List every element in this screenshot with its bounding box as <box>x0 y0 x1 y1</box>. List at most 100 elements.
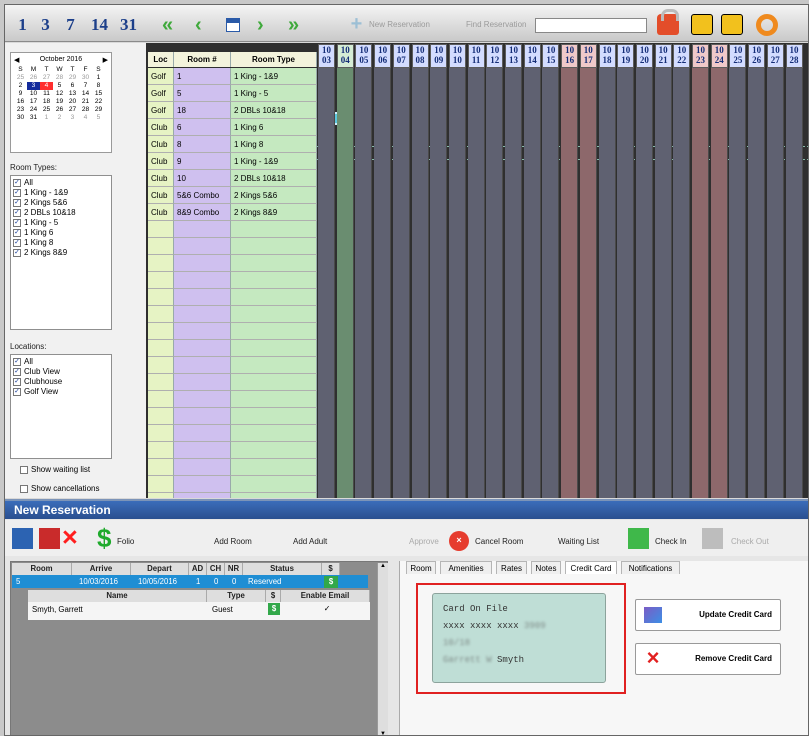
date-column[interactable] <box>411 68 429 498</box>
guest-name-cell[interactable]: Smyth, Garrett <box>32 604 192 616</box>
calendar-day[interactable]: 16 <box>14 98 27 106</box>
left-icon[interactable]: ‹ <box>195 13 202 37</box>
grid-type-cell[interactable]: 1 King 6 <box>231 119 317 136</box>
calendar-day[interactable]: 26 <box>53 106 66 114</box>
save-icon[interactable] <box>12 528 33 549</box>
date-column[interactable] <box>430 68 448 498</box>
calendar-day[interactable]: 7 <box>79 82 92 90</box>
calendar-day[interactable]: 5 <box>92 114 105 122</box>
add-room-button[interactable]: Add Room <box>214 537 252 546</box>
date-column[interactable] <box>617 68 635 498</box>
tab-amenities[interactable]: Amenities <box>440 561 492 574</box>
date-column[interactable] <box>542 68 560 498</box>
email-checkbox[interactable]: ✓ <box>322 603 332 615</box>
date-header[interactable]: 10 20 <box>635 44 653 68</box>
date-column[interactable] <box>579 68 597 498</box>
calendar-day[interactable]: 8 <box>92 82 105 90</box>
date-column[interactable] <box>710 68 728 498</box>
calendar-day[interactable]: 27 <box>40 74 53 82</box>
grid-type-cell[interactable]: 1 King - 5 <box>231 85 317 102</box>
checkbox[interactable]: ✓ <box>13 249 21 257</box>
find-reservation-button[interactable]: Find Reservation <box>466 20 526 29</box>
room-type-option[interactable]: 1 King - 1&9 <box>24 188 68 198</box>
cancel-room-icon[interactable]: × <box>449 531 469 551</box>
date-header[interactable]: 10 25 <box>729 44 747 68</box>
calendar-day[interactable]: 3 <box>66 114 79 122</box>
calendar-day[interactable]: 18 <box>40 98 53 106</box>
date-column[interactable] <box>392 68 410 498</box>
grid-loc-cell[interactable]: Club <box>148 136 174 153</box>
status-cell[interactable]: Reserved <box>248 576 308 588</box>
date-header[interactable]: 10 22 <box>673 44 691 68</box>
grid-loc-cell[interactable]: Club <box>148 204 174 221</box>
date-header[interactable]: 10 13 <box>505 44 522 68</box>
grid-loc-cell[interactable]: Club <box>148 153 174 170</box>
option-label[interactable]: Show waiting list <box>31 465 90 474</box>
double-left-icon[interactable]: « <box>162 13 173 37</box>
checkbox[interactable]: ✓ <box>13 358 21 366</box>
check-in-icon[interactable] <box>628 528 649 549</box>
checkbox[interactable]: ✓ <box>13 378 21 386</box>
grid-room-cell[interactable]: 8 <box>174 136 231 153</box>
approve-button[interactable]: Approve <box>409 537 439 546</box>
room-types-list[interactable]: ✓ All ✓ 1 King - 1&9 ✓ 2 Kings 5&6 ✓ 2 DBLs … <box>10 175 112 330</box>
calendar-day[interactable]: 23 <box>14 106 27 114</box>
room-type-option[interactable]: 1 King 8 <box>24 238 53 248</box>
checkbox[interactable]: ✓ <box>13 219 21 227</box>
date-header[interactable]: 10 10 <box>448 44 466 68</box>
date-column[interactable] <box>673 68 691 498</box>
prev-month-icon[interactable]: ◀ <box>14 56 19 64</box>
calendar-day[interactable]: 3 <box>27 82 40 90</box>
grid-room-cell[interactable]: 9 <box>174 153 231 170</box>
add-adult-button[interactable]: Add Adult <box>293 537 327 546</box>
date-header[interactable]: 10 14 <box>523 44 541 68</box>
calendar-day[interactable]: 1 <box>92 74 105 82</box>
guest-money-icon[interactable]: $ <box>268 603 280 615</box>
calendar-day[interactable]: 25 <box>40 106 53 114</box>
location-option[interactable]: Golf View <box>24 387 58 397</box>
remove-credit-card-button[interactable]: × Remove Credit Card <box>635 643 781 675</box>
calendar-day[interactable]: 26 <box>27 74 40 82</box>
calendar-day[interactable]: 10 <box>27 90 40 98</box>
update-credit-card-button[interactable]: Update Credit Card <box>635 599 781 631</box>
tab-credit-card[interactable]: Credit Card <box>565 561 617 574</box>
view-7-day-button[interactable]: 7 <box>62 14 79 36</box>
date-header[interactable]: 10 11 <box>467 44 485 68</box>
calendar-day[interactable]: 17 <box>27 98 40 106</box>
checkbox[interactable]: ✓ <box>13 199 21 207</box>
location-option[interactable]: Clubhouse <box>24 377 62 387</box>
date-header[interactable]: 10 05 <box>355 44 373 68</box>
guest-type-cell[interactable]: Guest <box>212 604 257 616</box>
grid-type-cell[interactable]: 2 Kings 5&6 <box>231 187 317 204</box>
right-icon[interactable]: › <box>257 13 264 37</box>
next-month-icon[interactable]: ▶ <box>103 56 108 64</box>
calendar-day[interactable]: 6 <box>66 82 79 90</box>
date-header[interactable]: 10 15 <box>542 44 560 68</box>
calendar-day[interactable]: 12 <box>53 90 66 98</box>
calendar-day[interactable]: 2 <box>53 114 66 122</box>
date-header[interactable]: 10 19 <box>617 44 635 68</box>
close-icon[interactable]: × <box>62 524 83 551</box>
checkbox[interactable]: ✓ <box>13 388 21 396</box>
grid-loc-cell[interactable]: Golf <box>148 68 174 85</box>
mini-calendar[interactable]: ◀ October 2016 ▶ SMTWTFS 25 26 27 28 29 30 1 2… <box>10 52 112 153</box>
calendar-day[interactable]: 21 <box>79 98 92 106</box>
checkbox[interactable]: ✓ <box>13 368 21 376</box>
date-header[interactable]: 10 03 <box>318 44 335 68</box>
grid-type-cell[interactable]: 2 DBLs 10&18 <box>231 102 317 119</box>
grid-room-cell[interactable]: 18 <box>174 102 231 119</box>
checkbox[interactable] <box>20 484 28 493</box>
date-column[interactable] <box>598 68 616 498</box>
calendar-day[interactable]: 2 <box>14 82 27 90</box>
calendar-day[interactable]: 31 <box>27 114 40 122</box>
calendar-day[interactable]: 13 <box>66 90 79 98</box>
date-column[interactable] <box>635 68 653 498</box>
date-column[interactable] <box>785 68 803 498</box>
date-column[interactable] <box>523 68 541 498</box>
location-option[interactable]: All <box>24 357 33 367</box>
calendar-icon[interactable] <box>226 18 240 32</box>
room-type-option[interactable]: 1 King 6 <box>24 228 53 238</box>
date-column[interactable] <box>336 68 354 498</box>
view-3-day-button[interactable]: 3 <box>37 14 54 36</box>
date-column[interactable] <box>374 68 392 498</box>
